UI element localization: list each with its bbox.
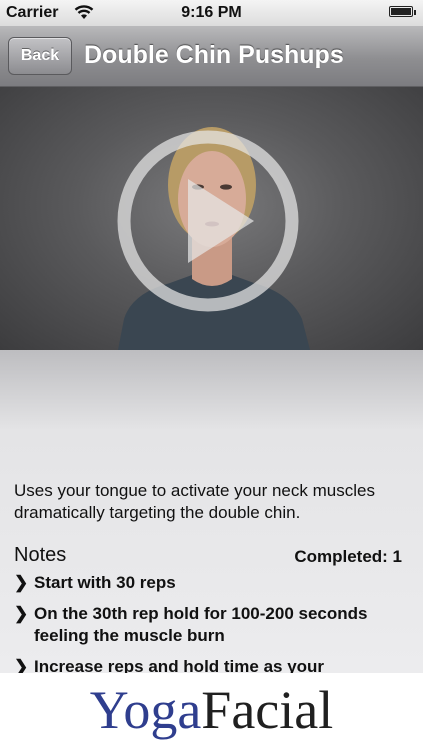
note-text: Increase reps and hold time as your xyxy=(34,657,325,673)
logo-part-yoga: Yoga xyxy=(89,680,202,740)
page-title: Double Chin Pushups xyxy=(84,41,344,69)
back-button[interactable]: Back xyxy=(8,37,72,75)
list-item: ❯ Increase reps and hold time as your xyxy=(14,656,414,673)
note-text: On the 30th rep hold for 100-200 seconds… xyxy=(34,604,368,645)
chevron-right-icon: ❯ xyxy=(14,573,29,592)
status-bar: Carrier 9:16 PM xyxy=(0,0,423,26)
logo-part-facial: Facial xyxy=(201,680,334,740)
play-circle-icon[interactable] xyxy=(110,123,306,319)
yogafacial-logo: YogaFacial xyxy=(0,679,423,741)
clock: 9:16 PM xyxy=(181,4,242,21)
navigation-bar: Back Double Chin Pushups xyxy=(0,26,423,87)
footer: YogaFacial xyxy=(0,673,423,750)
completed-count: Completed: 1 xyxy=(294,547,402,566)
notes-heading: Notes xyxy=(14,544,67,566)
chevron-right-icon: ❯ xyxy=(14,657,29,673)
battery-icon xyxy=(389,6,416,17)
video-player[interactable] xyxy=(0,87,423,350)
list-item: ❯ Start with 30 reps xyxy=(14,572,414,594)
notes-list: ❯ Start with 30 reps ❯ On the 30th rep h… xyxy=(14,572,414,673)
exercise-description: Uses your tongue to activate your neck m… xyxy=(14,481,375,522)
exercise-details: Uses your tongue to activate your neck m… xyxy=(0,350,423,673)
list-item: ❯ On the 30th rep hold for 100-200 secon… xyxy=(14,603,414,647)
chevron-right-icon: ❯ xyxy=(14,604,29,623)
note-text: Start with 30 reps xyxy=(34,573,176,592)
